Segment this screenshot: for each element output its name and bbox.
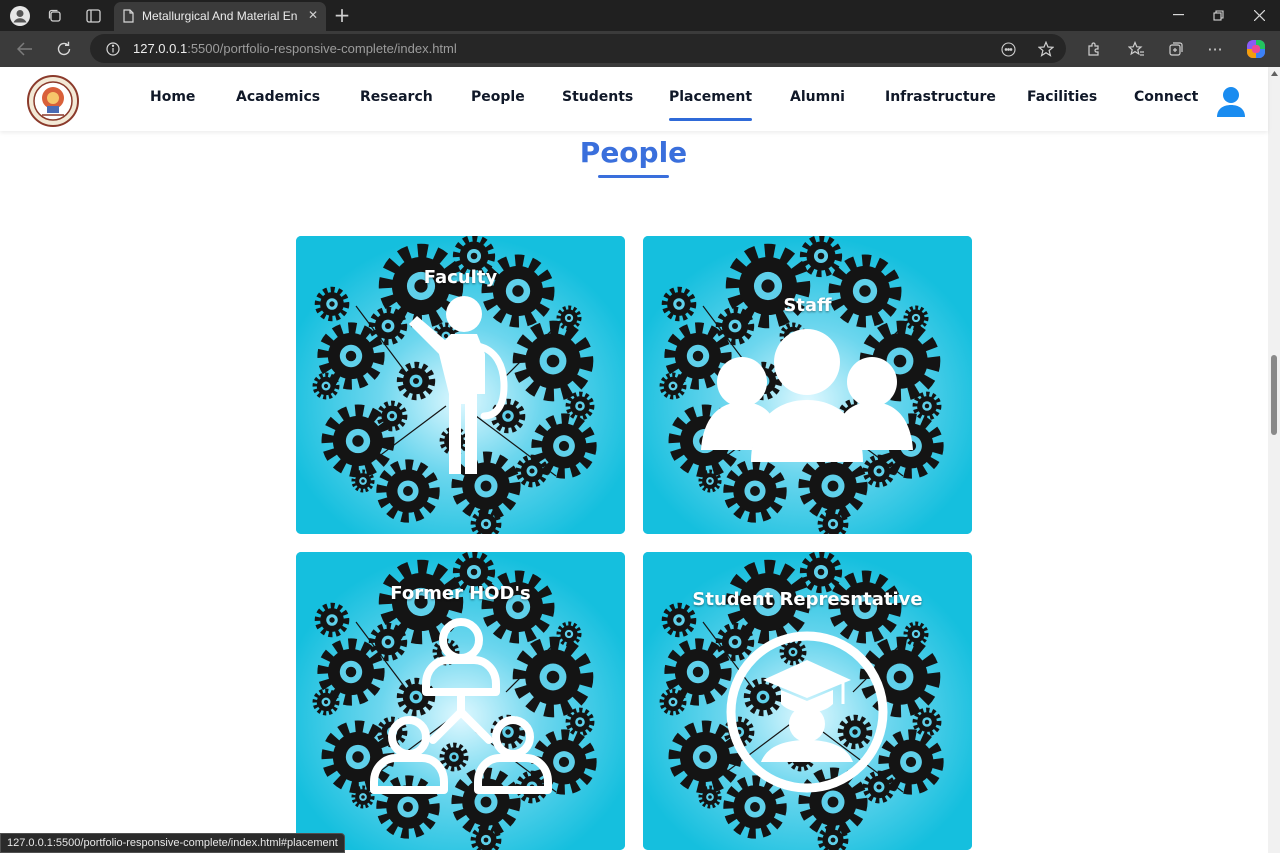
title-underline xyxy=(598,175,669,178)
nav-home[interactable]: Home xyxy=(150,89,195,105)
reading-mode-icon[interactable] xyxy=(1000,41,1016,57)
new-tab-icon[interactable]: + xyxy=(332,5,352,25)
nav-alumni[interactable]: Alumni xyxy=(790,89,845,105)
favorites-icon[interactable] xyxy=(1125,38,1147,60)
restore-icon[interactable] xyxy=(1208,5,1228,25)
extensions-icon[interactable] xyxy=(1083,38,1105,60)
card-label: Faculty xyxy=(423,267,498,288)
link-status-bar: 127.0.0.1:5500/portfolio-responsive-comp… xyxy=(0,833,345,853)
group-icon xyxy=(701,329,913,462)
user-account-icon[interactable] xyxy=(1214,85,1248,117)
close-window-icon[interactable] xyxy=(1249,5,1269,25)
active-tab[interactable]: Metallurgical And Material Engine ✕ xyxy=(114,2,326,31)
nav-placement[interactable]: Placement xyxy=(669,89,753,121)
close-icon[interactable]: ✕ xyxy=(308,8,318,22)
browser-toolbar: 127.0.0.1:5500/portfolio-responsive-comp… xyxy=(0,31,1280,67)
profile-icon[interactable] xyxy=(8,4,32,28)
nav-infrastructure[interactable]: Infrastructure xyxy=(885,89,996,105)
institute-logo[interactable] xyxy=(27,75,79,127)
nav-academics[interactable]: Academics xyxy=(236,89,320,105)
card-label: Student Represntative xyxy=(692,589,923,610)
workspaces-icon[interactable] xyxy=(44,5,66,27)
copilot-icon[interactable] xyxy=(1244,37,1268,61)
back-icon[interactable] xyxy=(14,38,36,60)
favorite-star-icon[interactable] xyxy=(1037,40,1054,57)
nav-people[interactable]: People xyxy=(471,89,525,105)
page-scrollbar[interactable] xyxy=(1268,67,1280,853)
page-icon xyxy=(121,9,135,23)
browser-tab-bar: Metallurgical And Material Engine ✕ + xyxy=(0,0,1280,31)
scrollbar-thumb[interactable] xyxy=(1271,355,1277,435)
card-former-hods[interactable]: Former HOD's xyxy=(296,552,625,850)
card-label: Former HOD's xyxy=(390,583,531,604)
card-faculty[interactable]: Faculty xyxy=(296,236,625,534)
url-text: 127.0.0.1:5500/portfolio-responsive-comp… xyxy=(133,41,457,56)
tab-title: Metallurgical And Material Engine xyxy=(142,9,297,23)
section-title: People xyxy=(579,136,688,169)
vertical-tabs-icon[interactable] xyxy=(82,5,104,27)
minimize-icon[interactable] xyxy=(1168,5,1188,25)
card-student-representative[interactable]: Student Represntative xyxy=(643,552,972,850)
card-staff[interactable]: Staff xyxy=(643,236,972,534)
site-info-icon[interactable] xyxy=(105,41,120,56)
site-header: Home Academics Research People Students … xyxy=(0,67,1268,131)
collections-icon[interactable] xyxy=(1165,38,1187,60)
nav-facilities[interactable]: Facilities xyxy=(1027,89,1097,105)
nav-connect[interactable]: Connect xyxy=(1134,89,1198,105)
card-label: Staff xyxy=(783,295,832,316)
more-menu-icon[interactable]: ··· xyxy=(1204,38,1226,60)
nav-research[interactable]: Research xyxy=(360,89,433,105)
scroll-up-icon[interactable] xyxy=(1270,69,1278,77)
refresh-icon[interactable] xyxy=(53,38,75,60)
nav-students[interactable]: Students xyxy=(562,89,633,105)
address-bar[interactable]: 127.0.0.1:5500/portfolio-responsive-comp… xyxy=(90,34,1066,63)
